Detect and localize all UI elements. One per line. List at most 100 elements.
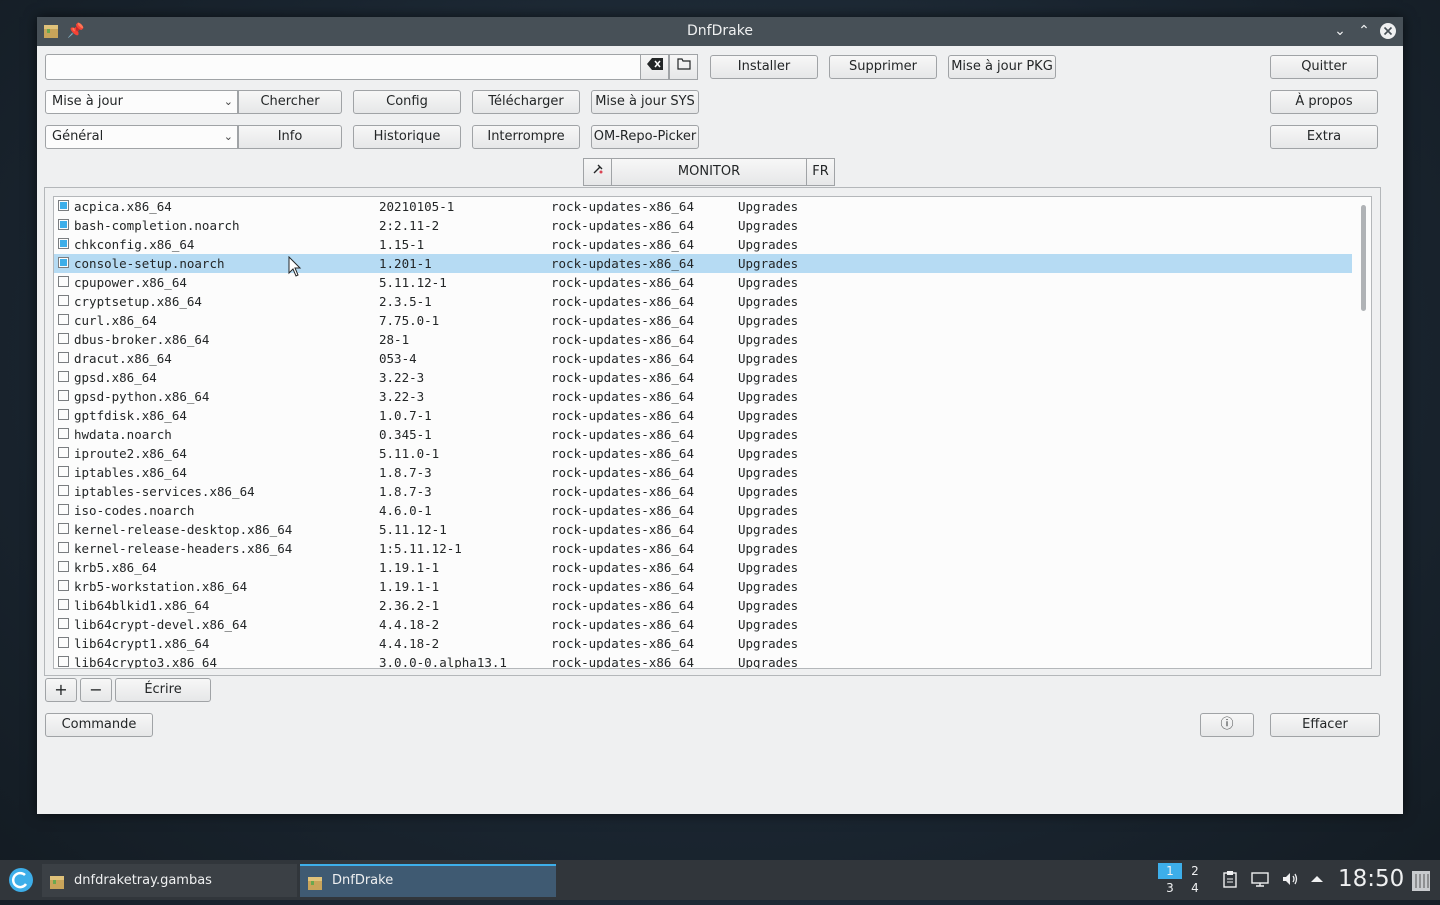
package-checkbox[interactable]: [58, 314, 69, 325]
remove-button[interactable]: Supprimer: [829, 55, 937, 79]
info-icon[interactable]: ⓘ: [1200, 713, 1254, 737]
command-button[interactable]: Commande: [45, 713, 153, 737]
titlebar[interactable]: 📌 DnfDrake ⌄ ⌃: [37, 17, 1403, 46]
table-row[interactable]: hwdata.noarch 0.345-1 rock-updates-x86_64 U…: [54, 425, 1352, 444]
table-row[interactable]: lib64crypt-devel.x86_64 4.4.18-2 rock-upda…: [54, 615, 1352, 634]
table-row[interactable]: kernel-release-headers.x86_64 1:5.11.12-1…: [54, 539, 1352, 558]
monitor-button[interactable]: MONITOR: [611, 158, 807, 186]
close-icon[interactable]: [1379, 22, 1397, 40]
table-row[interactable]: gptfdisk.x86_64 1.0.7-1 rock-updates-x86_6…: [54, 406, 1352, 425]
table-row[interactable]: krb5.x86_64 1.19.1-1 rock-updates-x86_64 Up…: [54, 558, 1352, 577]
task-dnfdrake[interactable]: DnfDrake: [300, 864, 556, 897]
language-button[interactable]: FR: [806, 158, 835, 186]
package-checkbox[interactable]: [58, 219, 69, 230]
table-row[interactable]: dracut.x86_64 053-4 rock-updates-x86_64 Upg…: [54, 349, 1352, 368]
monitor-toggle-icon[interactable]: [583, 158, 612, 186]
table-row[interactable]: lib64crypto3.x86_64 3.0.0-0.alpha13.1 rock…: [54, 653, 1352, 668]
package-checkbox[interactable]: [58, 352, 69, 363]
package-list[interactable]: lib64crypto3.x86_64 3.0.0-0.alpha13.1 rock…: [53, 196, 1372, 669]
package-checkbox[interactable]: [58, 409, 69, 420]
search-input[interactable]: [45, 54, 641, 80]
table-row[interactable]: cpupower.x86_64 5.11.12-1 rock-updates-x86…: [54, 273, 1352, 292]
package-checkbox[interactable]: [58, 295, 69, 306]
package-checkbox[interactable]: [58, 276, 69, 287]
volume-icon[interactable]: [1281, 870, 1299, 892]
quit-button[interactable]: Quitter: [1270, 55, 1378, 79]
package-checkbox[interactable]: [58, 238, 69, 249]
package-checkbox[interactable]: [58, 542, 69, 553]
pager-desktop-3[interactable]: 3: [1158, 880, 1182, 896]
table-row[interactable]: cryptsetup.x86_64 2.3.5-1 rock-updates-x86…: [54, 292, 1352, 311]
package-type: Upgrades: [738, 484, 799, 499]
package-checkbox[interactable]: [58, 580, 69, 591]
package-checkbox[interactable]: [58, 390, 69, 401]
task-dnfdraketray[interactable]: dnfdraketray.gambas: [42, 864, 297, 897]
pager-desktop-1[interactable]: 1: [1158, 863, 1182, 879]
install-button[interactable]: Installer: [710, 55, 818, 79]
table-row[interactable]: kernel-release-desktop.x86_64 5.11.12-1 ro…: [54, 520, 1352, 539]
scrollbar-thumb[interactable]: [1361, 205, 1366, 311]
config-button[interactable]: Config: [353, 90, 461, 114]
table-row[interactable]: lib64blkid1.x86_64 2.36.2-1 rock-updates-x…: [54, 596, 1352, 615]
package-checkbox[interactable]: [58, 618, 69, 629]
info-button[interactable]: Info: [238, 125, 342, 149]
package-checkbox[interactable]: [58, 599, 69, 610]
list-scrollbar[interactable]: [1357, 197, 1371, 668]
table-row[interactable]: console-setup.noarch 1.201-1 rock-updates-…: [54, 254, 1352, 273]
table-row[interactable]: curl.x86_64 7.75.0-1 rock-updates-x86_64 Up…: [54, 311, 1352, 330]
package-checkbox[interactable]: [58, 523, 69, 534]
clear-button[interactable]: Effacer: [1270, 713, 1380, 737]
table-row[interactable]: lib64crypt1.x86_64 4.4.18-2 rock-updates-x…: [54, 634, 1352, 653]
download-button[interactable]: Télécharger: [472, 90, 580, 114]
clock[interactable]: 18:50: [1338, 866, 1404, 892]
update-pkg-button[interactable]: Mise à jour PKG: [948, 55, 1056, 79]
clear-search-icon[interactable]: [640, 54, 669, 80]
write-button[interactable]: Écrire: [115, 678, 211, 702]
table-row[interactable]: gpsd-python.x86_64 3.22-3 rock-updates-x86…: [54, 387, 1352, 406]
package-checkbox[interactable]: [58, 466, 69, 477]
launcher-icon[interactable]: [6, 866, 36, 898]
package-checkbox[interactable]: [58, 637, 69, 648]
clipboard-icon[interactable]: [1222, 870, 1238, 892]
table-row[interactable]: bash-completion.noarch 2:2.11-2 rock-updat…: [54, 216, 1352, 235]
package-checkbox[interactable]: [58, 656, 69, 667]
table-row[interactable]: krb5-workstation.x86_64 1.19.1-1 rock-upda…: [54, 577, 1352, 596]
pager-desktop-2[interactable]: 2: [1183, 863, 1207, 879]
package-checkbox[interactable]: [58, 200, 69, 211]
repo-picker-button[interactable]: OM-Repo-Picker: [591, 125, 699, 149]
trash-icon[interactable]: [1409, 868, 1433, 896]
table-row[interactable]: iptables-services.x86_64 1.8.7-3 rock-upda…: [54, 482, 1352, 501]
add-button[interactable]: +: [45, 678, 77, 702]
package-checkbox[interactable]: [58, 561, 69, 572]
package-checkbox[interactable]: [58, 447, 69, 458]
table-row[interactable]: gpsd.x86_64 3.22-3 rock-updates-x86_64 Upgr…: [54, 368, 1352, 387]
package-checkbox[interactable]: [58, 428, 69, 439]
history-button[interactable]: Historique: [353, 125, 461, 149]
folder-icon[interactable]: [669, 54, 698, 80]
tray-expand-icon[interactable]: [1310, 870, 1324, 892]
package-name: console-setup.noarch: [74, 256, 225, 271]
mode-combobox[interactable]: Mise à jour ⌄: [45, 90, 238, 114]
table-row[interactable]: acpica.x86_64 20210105-1 rock-updates-x86_…: [54, 197, 1352, 216]
package-checkbox[interactable]: [58, 504, 69, 515]
package-checkbox[interactable]: [58, 371, 69, 382]
package-checkbox[interactable]: [58, 485, 69, 496]
minimize-icon[interactable]: ⌄: [1331, 22, 1349, 40]
extra-button[interactable]: Extra: [1270, 125, 1378, 149]
table-row[interactable]: dbus-broker.x86_64 28-1 rock-updates-x86_6…: [54, 330, 1352, 349]
about-button[interactable]: À propos: [1270, 90, 1378, 114]
package-checkbox[interactable]: [58, 333, 69, 344]
package-checkbox[interactable]: [58, 257, 69, 268]
category-combobox[interactable]: Général ⌄: [45, 125, 238, 149]
maximize-icon[interactable]: ⌃: [1355, 22, 1373, 40]
network-icon[interactable]: [1251, 870, 1269, 892]
table-row[interactable]: iso-codes.noarch 4.6.0-1 rock-updates-x86_…: [54, 501, 1352, 520]
pager-desktop-4[interactable]: 4: [1183, 880, 1207, 896]
interrupt-button[interactable]: Interrompre: [472, 125, 580, 149]
table-row[interactable]: iptables.x86_64 1.8.7-3 rock-updates-x86_6…: [54, 463, 1352, 482]
table-row[interactable]: chkconfig.x86_64 1.15-1 rock-updates-x86_6…: [54, 235, 1352, 254]
search-button[interactable]: Chercher: [238, 90, 342, 114]
update-sys-button[interactable]: Mise à jour SYS: [591, 90, 699, 114]
remove-item-button[interactable]: −: [80, 678, 112, 702]
table-row[interactable]: iproute2.x86_64 5.11.0-1 rock-updates-x86_…: [54, 444, 1352, 463]
